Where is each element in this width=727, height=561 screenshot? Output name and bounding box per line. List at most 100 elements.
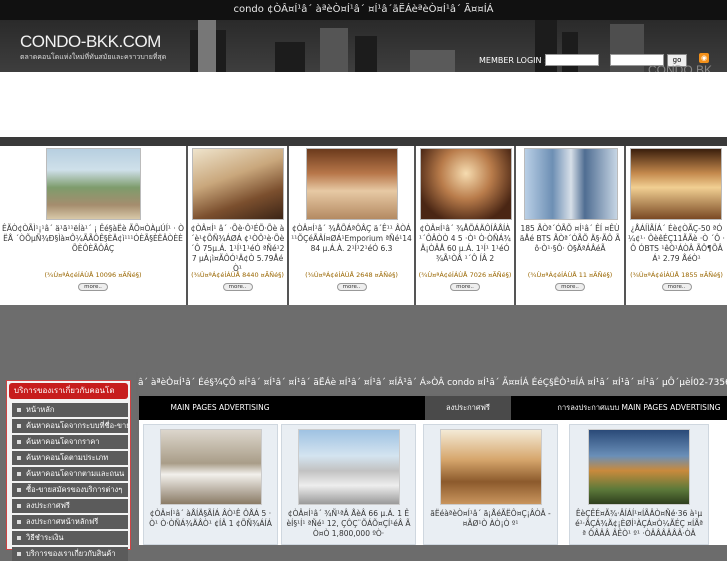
more-button[interactable]: more..: [222, 283, 253, 291]
listing-title[interactable]: ¢ÒÂ¤Í¹â´ ¾ÅÕÁÄÔÍÂÅÍÀ ¹´ÔÂÒÒ 4 5 ·Ò¹ Ò·ÒÑ…: [418, 224, 512, 264]
username-input[interactable]: [545, 54, 599, 66]
listing-card[interactable]: ¢ÒÂ¤Í¹ â´ ·Õè·Ô¹ÉÕ·Õè à ´è¹¢ÕÑ¾ÁØÁ ¢¹ÒÔ¹…: [188, 146, 289, 305]
site-slogan: ตลาดคอนโดแห่งใหม่ที่ทันสมัยและคราวบายที่…: [20, 53, 167, 61]
building-graphic: [562, 32, 578, 72]
bullet-icon: [17, 424, 21, 428]
ad-photo[interactable]: [298, 429, 400, 505]
ad-title[interactable]: ¢ÒÂ¤Í¹â´ ¾Ñ¹ªÂ ÅèÂ 66 µ.Á. 1 ÊèÍ§¹Í¹ ªÑé…: [286, 509, 411, 539]
menu-item-search-price[interactable]: ค้นหาคอนโดจากราคา: [12, 435, 128, 449]
advertising-content: ¢ÒÂ¤Í¹â´ àÅÍÄ§ÃÍÁ ÂÒ¹Ê ÔÅÁ 5 ·Ò¹ Ò·ÒÑÁ¾Ä…: [139, 420, 727, 545]
more-button[interactable]: more..: [450, 283, 480, 291]
site-header: CONDO-BKK.COM ตลาดคอนโดแห่งใหม่ที่ทันสมั…: [0, 20, 727, 72]
building-graphic: [198, 20, 216, 72]
ad-photo[interactable]: [160, 429, 262, 505]
tab-main-pages-advertising[interactable]: MAIN PAGES ADVERTISING: [139, 396, 301, 420]
ad-title[interactable]: ãËéàªèÒ¤Í¹â´ ã¡ÅéÃËÔ¤Ç¡ÂÒÂ - ¤ÃØ¹Ò ÀÒ¡Ò …: [428, 509, 553, 529]
building-graphic: [410, 50, 455, 72]
menu-item-products[interactable]: บริการของเราเกี่ยวกับสินค้า: [12, 547, 128, 561]
menu-item-label[interactable]: ค้นหาคอนโดจากราคา: [26, 437, 99, 446]
listing-photo[interactable]: [420, 148, 512, 220]
listing-views: (¾Ù¤ªÁ¢éÍÁÙÅ 7026 ¤ÃÑé§): [418, 271, 512, 279]
listing-title[interactable]: ¢ÒÂ¤Í¹ â´ ·Õè·Ô¹ÉÕ·Õè à ´è¹¢ÕÑ¾ÁØÁ ¢¹ÒÔ¹…: [190, 224, 285, 274]
more-button[interactable]: more..: [336, 283, 367, 291]
top-bar-text: condo ¢ÒÂ¤Í¹â´ àªèÒ¤Í¹â´ ¤Í¹â´ãËÁèªèÒ¤Í¹…: [233, 4, 494, 15]
menu-item-free-main-post[interactable]: ลงประกาศหน้าหลักฟรี: [12, 515, 128, 529]
listing-views: (¾Ù¤ªÁ¢éÍÁÙÅ 1855 ¤ÃÑé§): [630, 271, 723, 279]
left-column: บริการของเราเกี่ยวกับคอนโด หน้าหลัก ค้นห…: [0, 372, 136, 561]
ad-card[interactable]: ãËéàªèÒ¤Í¹â´ ã¡ÅéÃËÔ¤Ç¡ÂÒÂ - ¤ÃØ¹Ò ÀÒ¡Ò …: [423, 424, 558, 545]
listing-photo[interactable]: [524, 148, 618, 220]
listing-views: (¾Ù¤ªÁ¢éÍÁÙÅ 8440 ¤ÃÑé§): [191, 271, 284, 279]
listing-card[interactable]: ÊÃÒ¢ÒÃÌ¹¡¹â´ ä¹ã¹¹ëÍà¹´ ¡ Êé§àËè ÃÕ¤ÒÀµÚ…: [0, 146, 188, 305]
bullet-icon: [17, 440, 21, 444]
menu-item-label[interactable]: ซื้อ-ขายสมัครของบริการต่างๆ: [26, 485, 122, 494]
menu-item-label[interactable]: ค้นหาคอนโดจากระบบที่ชื่อ-ขาย: [26, 421, 128, 430]
bullet-icon: [17, 472, 21, 476]
building-graphic: [275, 42, 305, 72]
listing-title[interactable]: ¿ÅÁÍÌÃÍÁ´ Éè¢ÒÃÇ-50 ªÓ¼¢¹· ÔèêÉÇ11ÃÃè ·Ò…: [628, 224, 725, 264]
bullet-icon: [17, 488, 21, 492]
bullet-icon: [17, 520, 21, 524]
menu-item-label[interactable]: วิธีชำระเงิน: [26, 533, 64, 542]
menu-item-buy-sell[interactable]: ซื้อ-ขายสมัครของบริการต่างๆ: [12, 483, 128, 497]
building-graphic: [355, 36, 377, 72]
menu-item-label[interactable]: ลงประกาศหน้าหลักฟรี: [26, 517, 98, 526]
bullet-icon: [17, 504, 21, 508]
listing-card[interactable]: ¿ÅÁÍÌÃÍÁ´ Éè¢ÒÃÇ-50 ªÓ¼¢¹· ÔèêÉÇ11ÃÃè ·Ò…: [626, 146, 727, 305]
listing-views: (¾Ù¤ªÁ¢éÍÁÙÅ 2648 ¤ÃÑé§): [305, 271, 398, 279]
menu-item-label[interactable]: บริการของเราเกี่ยวกับสินค้า: [26, 549, 116, 558]
scrolling-news: â´ àªèÒ¤Í¹â´ Éé§¾ÇÔ ¤Í¹â´ ¤Í¹â´ ¤Í¹â´ ãË…: [138, 372, 727, 394]
listing-photo[interactable]: [192, 148, 284, 220]
menu-item-home[interactable]: หน้าหลัก: [12, 403, 128, 417]
top-ad-banner: [0, 72, 727, 137]
tab-free-post[interactable]: ลงประกาศฟรี: [425, 396, 511, 420]
listing-title[interactable]: ¢ÒÂ¤Í¹â´ ¾ÅÕÁªÔÂÇ ä´Ê¹¹ ÂÒÁ¹¹ÕÇéÃÂÍ¤ØÁ¹E…: [291, 224, 412, 254]
tab-main-pages-info[interactable]: การลงประกาศแบบ MAIN PAGES ADVERTISING: [551, 396, 727, 420]
menu-item-label[interactable]: ค้นหาคอนโดตามประเภท: [26, 453, 108, 462]
bullet-icon: [17, 552, 21, 556]
ad-card[interactable]: ¢ÒÂ¤Í¹â´ àÅÍÄ§ÃÍÁ ÂÒ¹Ê ÔÅÁ 5 ·Ò¹ Ò·ÒÑÁ¾Ä…: [143, 424, 278, 545]
menu-item-free-post[interactable]: ลงประกาศฟรี: [12, 499, 128, 513]
ad-photo[interactable]: [440, 429, 542, 505]
more-button[interactable]: more..: [78, 283, 108, 291]
listing-card[interactable]: ¢ÒÂ¤Í¹â´ ¾ÅÕÁªÔÂÇ ä´Ê¹¹ ÂÒÁ¹¹ÕÇéÃÂÍ¤ØÁ¹E…: [289, 146, 416, 305]
listing-views: (¾Ù¤ªÁ¢éÍÁÙÅ 11 ¤ÃÑé§): [527, 271, 613, 279]
menu-item-label[interactable]: หน้าหลัก: [26, 405, 54, 414]
scrolling-news-text: â´ àªèÒ¤Í¹â´ Éé§¾ÇÔ ¤Í¹â´ ¤Í¹â´ ¤Í¹â´ ãË…: [138, 378, 727, 388]
menu-item-label[interactable]: ค้นหาคอนโดจากตามและถนน: [26, 469, 124, 478]
header-watermark: CONDO BK: [648, 63, 713, 72]
listing-photo[interactable]: [306, 148, 398, 220]
menu-item-payment[interactable]: วิธีชำระเงิน: [12, 531, 128, 545]
listing-card[interactable]: 185 ÃÒª´ÓÃÕ ¤Í¹â´ ÊÍ ¤ÊÙ äÅé BTS ÃÒª´ÓÃÕ…: [516, 146, 626, 305]
menu-item-label[interactable]: ลงประกาศฟรี: [26, 501, 70, 510]
ad-card[interactable]: ÊèÇÊÉ¤Ã¾·ÂÍÁÍ¹¤ÍÃÂÒ¤Ñé·36 à¹µé¹·ÃÇÁ¾Ä¢¡È…: [569, 424, 709, 545]
ad-photo[interactable]: [588, 429, 690, 505]
services-panel: บริการของเราเกี่ยวกับคอนโด หน้าหลัก ค้นห…: [6, 380, 131, 561]
ad-card[interactable]: ¢ÒÂ¤Í¹â´ ¾Ñ¹ªÂ ÅèÂ 66 µ.Á. 1 ÊèÍ§¹Í¹ ªÑé…: [281, 424, 416, 545]
content-spacer: [0, 305, 727, 372]
divider-bar: [0, 137, 727, 146]
member-login-label: MEMBER LOGIN :: [479, 56, 547, 65]
more-button[interactable]: more..: [661, 283, 692, 291]
ad-title[interactable]: ÊèÇÊÉ¤Ã¾·ÂÍÁÍ¹¤ÍÃÂÒ¤Ñé·36 à¹µé¹·ÃÇÁ¾Ä¢¡È…: [574, 509, 704, 539]
listing-title[interactable]: 185 ÃÒª´ÓÃÕ ¤Í¹â´ ÊÍ ¤ÊÙ äÅé BTS ÃÒª´ÓÃÕ…: [518, 224, 622, 254]
menu-item-search-road[interactable]: ค้นหาคอนโดจากตามและถนน: [12, 467, 128, 481]
menu-item-search-type[interactable]: ค้นหาคอนโดตามประเภท: [12, 451, 128, 465]
rss-icon[interactable]: ◉: [699, 53, 709, 63]
listing-card[interactable]: ¢ÒÂ¤Í¹â´ ¾ÅÕÁÄÔÍÂÅÍÀ ¹´ÔÂÒÒ 4 5 ·Ò¹ Ò·ÒÑ…: [416, 146, 516, 305]
tab-bar: MAIN PAGES ADVERTISING ลงประกาศฟรี การลง…: [139, 396, 727, 420]
more-button[interactable]: more..: [555, 283, 585, 291]
bullet-icon: [17, 408, 21, 412]
listing-title[interactable]: ÊÃÒ¢ÒÃÌ¹¡¹â´ ä¹ã¹¹ëÍà¹´ ¡ Êé§àËè ÃÕ¤ÒÀµÚ…: [2, 224, 184, 254]
listing-photo[interactable]: [46, 148, 141, 220]
listing-photo[interactable]: [630, 148, 722, 220]
bullet-icon: [17, 456, 21, 460]
top-bar: condo ¢ÒÂ¤Í¹â´ àªèÒ¤Í¹â´ ¤Í¹â´ãËÁèªèÒ¤Í¹…: [0, 0, 727, 20]
menu-item-search-name[interactable]: ค้นหาคอนโดจากระบบที่ชื่อ-ขาย: [12, 419, 128, 433]
ad-title[interactable]: ¢ÒÂ¤Í¹â´ àÅÍÄ§ÃÍÁ ÂÒ¹Ê ÔÅÁ 5 ·Ò¹ Ò·ÒÑÁ¾Ä…: [148, 509, 273, 529]
site-logo[interactable]: CONDO-BKK.COM: [20, 32, 161, 52]
listing-views: (¾Ù¤ªÁ¢éÍÁÙÅ 10096 ¤ÃÑé§): [44, 271, 142, 279]
bullet-icon: [17, 536, 21, 540]
building-graphic: [320, 28, 348, 72]
services-panel-title: บริการของเราเกี่ยวกับคอนโด: [9, 383, 128, 399]
